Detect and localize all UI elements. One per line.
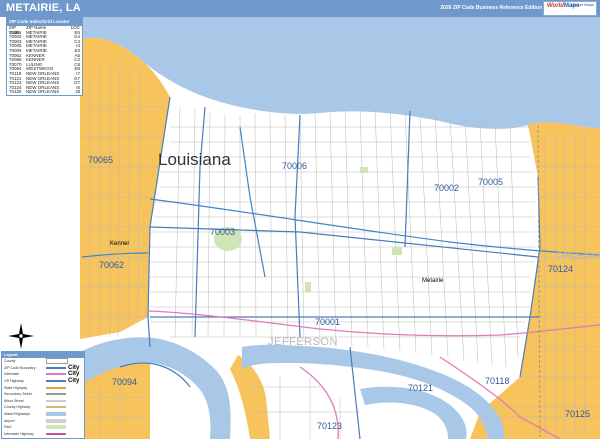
- legend-label: Interstate Highway: [4, 431, 34, 436]
- legend-city-sample: City: [68, 364, 80, 371]
- legend-item: Interstate City: [2, 371, 84, 378]
- legend-symbol: [46, 393, 66, 396]
- legend-item: Park: [2, 424, 84, 431]
- zip-label: 70003: [210, 227, 236, 237]
- legend-symbol: [46, 366, 66, 369]
- zip-label: 70062: [99, 260, 125, 270]
- legend-symbol: [46, 432, 66, 435]
- legend-item: US Highway City: [2, 378, 84, 385]
- legend-label: Interstate: [4, 372, 19, 377]
- table-cell: J8: [75, 89, 80, 95]
- legend-symbol: [46, 412, 66, 417]
- legend-label: ZIP Code Boundary: [4, 365, 36, 370]
- legend-label: Airport: [4, 418, 15, 423]
- brand-line1: World: [547, 3, 564, 9]
- legend-item: Secondary Street: [2, 391, 84, 398]
- table-cell: 70125: [9, 89, 22, 95]
- compass-rose-icon: [8, 323, 34, 349]
- page-title: METAIRIE, LA: [6, 2, 81, 14]
- legend-item: Minor Street: [2, 398, 84, 405]
- zip-label: 70121: [408, 383, 434, 393]
- legend-label: Minor Street: [4, 398, 24, 403]
- legend-city-sample: City: [68, 378, 80, 385]
- legend-label: Secondary Street: [4, 392, 32, 397]
- legend-symbol: [46, 425, 66, 430]
- table-row: 70125 NEW ORLEANS J8: [7, 90, 82, 95]
- legend-label: State Highway: [4, 385, 28, 390]
- legend-symbol: [46, 399, 66, 402]
- legend-item: Water/Highways: [2, 411, 84, 418]
- parish-right-label: ORLEANS: [556, 251, 600, 262]
- zip-label: 70118: [485, 376, 510, 386]
- legend-item: Airport: [2, 417, 84, 424]
- legend-item: County: [2, 358, 84, 365]
- zip-label: 70124: [548, 264, 574, 274]
- zip-label: 70094: [112, 377, 138, 387]
- legend-label: Water/Highways: [4, 412, 31, 417]
- legend-item: County Highway: [2, 404, 84, 411]
- legend-city-sample: City: [68, 371, 80, 378]
- legend-label: County: [4, 359, 16, 364]
- title-bar: METAIRIE, LA 2026 ZIP Code Business Refe…: [0, 0, 600, 17]
- legend-symbol: [46, 380, 66, 383]
- zip-label: 70006: [282, 161, 308, 171]
- zip-label: 70125: [565, 409, 591, 419]
- brand-side: Market Maps: [570, 2, 594, 7]
- city-label-metairie: Metairie: [422, 278, 444, 284]
- zip-table-body: 70001 METAIRIE E6 70002 METAIRIE G4 70003 METAI…: [7, 30, 82, 95]
- map-page: METAIRIE, LA 2026 ZIP Code Business Refe…: [0, 0, 600, 439]
- city-label-kenner: Kenner: [110, 241, 130, 247]
- legend-symbol: [46, 418, 66, 423]
- legend-label: County Highway: [4, 405, 31, 410]
- legend-symbol: [46, 373, 66, 376]
- zip-label: 70065: [88, 155, 114, 165]
- legend-item: State Highway: [2, 384, 84, 391]
- zip-label: 70002: [434, 183, 460, 193]
- edition-label: 2026 ZIP Code Business Reference Edition: [440, 5, 542, 11]
- legend-symbol: [46, 386, 66, 389]
- legend-items: County ZIP Code Boundary City Interstate Cit…: [2, 358, 84, 439]
- zip-label: 70001: [315, 317, 341, 327]
- legend-label: US Highway: [4, 379, 24, 384]
- brand-logo: World Maps Market Maps: [543, 1, 597, 16]
- state-label: Louisiana: [158, 150, 231, 169]
- zip-index-table: ZIP Code Index/Grid Locator ZIP Code ZIP…: [6, 17, 83, 96]
- legend-symbol: [46, 358, 68, 365]
- street-map[interactable]: [0, 17, 600, 439]
- table-cell: NEW ORLEANS: [26, 89, 60, 95]
- zip-label: 70005: [478, 177, 504, 187]
- legend-item: ZIP Code Boundary City: [2, 365, 84, 372]
- legend-label: Park: [4, 425, 12, 430]
- zip-label: 70123: [317, 421, 343, 431]
- legend-symbol: [46, 406, 66, 409]
- legend-item: Interstate Highway: [2, 431, 84, 438]
- map-legend: Legend County ZIP Code Boundary City Inters…: [1, 351, 85, 439]
- parish-label: JEFFERSON: [268, 336, 338, 348]
